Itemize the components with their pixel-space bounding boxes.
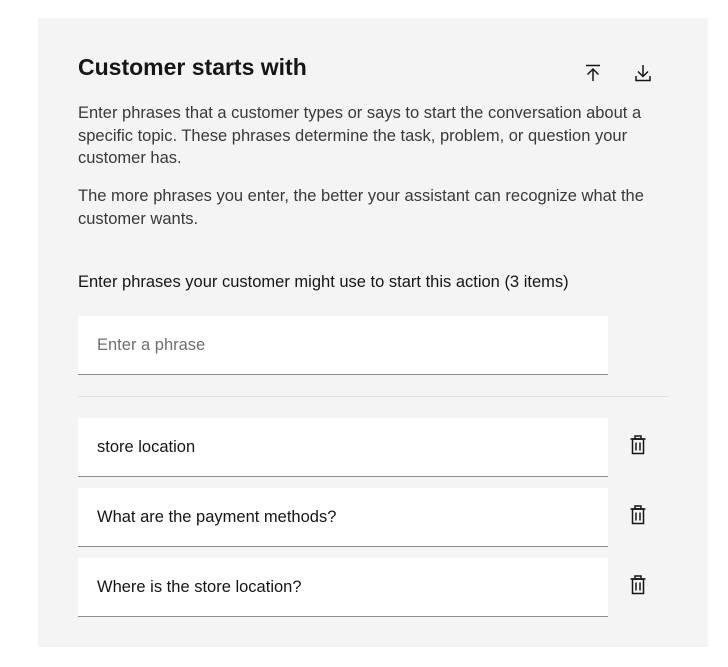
- trash-icon: [629, 434, 647, 460]
- delete-phrase-button[interactable]: [622, 571, 654, 603]
- new-phrase-input[interactable]: [78, 316, 608, 374]
- download-button[interactable]: [627, 57, 659, 89]
- phrase-row: [78, 488, 608, 547]
- customer-starts-with-panel: Customer starts with Enter phrases that …: [38, 18, 708, 647]
- section-description: Enter phrases that a customer types or s…: [78, 104, 642, 167]
- divider: [78, 396, 668, 397]
- delete-phrase-button[interactable]: [622, 501, 654, 533]
- phrases-field-label: Enter phrases your customer might use to…: [78, 273, 569, 291]
- new-phrase-field: [78, 316, 608, 375]
- phrase-row: [78, 558, 608, 617]
- phrase-row: [78, 418, 608, 477]
- phrase-input[interactable]: [78, 558, 608, 616]
- trash-icon: [629, 574, 647, 600]
- upload-icon: [583, 63, 603, 83]
- trash-icon: [629, 504, 647, 530]
- section-hint: The more phrases you enter, the better y…: [78, 187, 644, 228]
- delete-phrase-button[interactable]: [622, 431, 654, 463]
- download-icon: [633, 63, 653, 83]
- section-title: Customer starts with: [78, 54, 307, 80]
- upload-button[interactable]: [577, 57, 609, 89]
- phrase-input[interactable]: [78, 488, 608, 546]
- phrase-input[interactable]: [78, 418, 608, 476]
